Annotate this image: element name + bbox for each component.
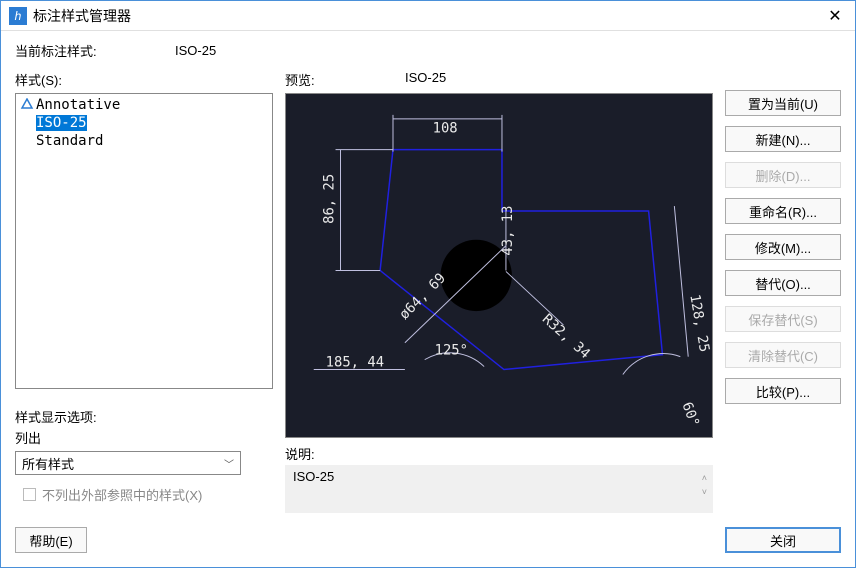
titlebar: h 标注样式管理器 ✕ [1, 1, 855, 31]
preview-canvas: 108 86, 25 43, 13 128, 25 [285, 93, 713, 438]
description-text: ISO-25 [293, 469, 334, 509]
dim-128-25: 128, 25 [686, 293, 712, 353]
display-options: 样式显示选项: 列出 所有样式 ﹀ 不列出外部参照中的样式(X) [15, 407, 273, 504]
delete-button: 删除(D)... [725, 162, 841, 188]
list-label: 列出 [15, 428, 273, 447]
style-item-label: Standard [36, 133, 103, 149]
window-title: 标注样式管理器 [33, 6, 823, 26]
content-area: 当前标注样式: ISO-25 样式(S): Annotative ISO-25 St… [1, 31, 855, 523]
right-column: 置为当前(U) 新建(N)... 删除(D)... 重命名(R)... 修改(M… [725, 70, 841, 513]
main-columns: 样式(S): Annotative ISO-25 Standard 样式显示选项: … [15, 70, 841, 513]
compare-button[interactable]: 比较(P)... [725, 378, 841, 404]
description-box: ISO-25 ˄˅ [285, 465, 713, 513]
preview-style-name: ISO-25 [405, 70, 446, 89]
dropdown-value: 所有样式 [22, 454, 74, 473]
set-current-button[interactable]: 置为当前(U) [725, 90, 841, 116]
dim-radius: R32, 34 [539, 311, 593, 362]
style-list-item[interactable]: Standard [18, 132, 270, 150]
current-style-value: ISO-25 [175, 43, 216, 58]
arrow-up-icon: ˄ [702, 473, 707, 483]
app-icon: h [9, 7, 27, 25]
rename-button[interactable]: 重命名(R)... [725, 198, 841, 224]
style-item-label: Annotative [36, 97, 120, 113]
dim-diameter: ø64, 69 [396, 270, 449, 323]
preview-label: 预览: [285, 70, 405, 89]
style-list-item[interactable]: ISO-25 [18, 114, 270, 132]
bottom-bar: 帮助(E) 关闭 [1, 523, 855, 567]
dim-60deg: 60° [679, 400, 703, 429]
new-button[interactable]: 新建(N)... [725, 126, 841, 152]
preview-drawing: 108 86, 25 43, 13 128, 25 [286, 94, 712, 437]
close-button[interactable]: 关闭 [725, 527, 841, 553]
exclude-xref-label: 不列出外部参照中的样式(X) [42, 485, 202, 504]
left-column: 样式(S): Annotative ISO-25 Standard 样式显示选项: … [15, 70, 273, 513]
description-label: 说明: [285, 444, 713, 463]
exclude-xref-checkbox-row[interactable]: 不列出外部参照中的样式(X) [23, 485, 273, 504]
description-spinner[interactable]: ˄˅ [702, 473, 707, 497]
arrow-down-icon: ˅ [702, 487, 707, 497]
clear-override-button: 清除替代(C) [725, 342, 841, 368]
checkbox-icon [23, 488, 36, 501]
dim-43-13: 43, 13 [500, 206, 516, 256]
current-style-row: 当前标注样式: ISO-25 [15, 41, 841, 60]
display-options-label: 样式显示选项: [15, 407, 273, 426]
help-button[interactable]: 帮助(E) [15, 527, 87, 553]
dim-108: 108 [433, 121, 458, 137]
styles-listbox[interactable]: Annotative ISO-25 Standard [15, 93, 273, 389]
preview-header: 预览: ISO-25 [285, 70, 713, 89]
style-filter-dropdown[interactable]: 所有样式 ﹀ [15, 451, 241, 475]
dim-185-44: 185, 44 [326, 355, 384, 371]
current-style-label: 当前标注样式: [15, 41, 175, 60]
close-icon[interactable]: ✕ [823, 6, 847, 26]
override-button[interactable]: 替代(O)... [725, 270, 841, 296]
save-override-button: 保存替代(S) [725, 306, 841, 332]
annotative-icon [20, 98, 34, 112]
dimension-style-manager-dialog: h 标注样式管理器 ✕ 当前标注样式: ISO-25 样式(S): Annota… [0, 0, 856, 568]
style-item-label: ISO-25 [36, 115, 87, 131]
dim-125deg: 125° [435, 343, 468, 359]
chevron-down-icon: ﹀ [224, 456, 234, 471]
dim-86-25: 86, 25 [322, 174, 338, 224]
styles-label: 样式(S): [15, 70, 273, 89]
modify-button[interactable]: 修改(M)... [725, 234, 841, 260]
middle-column: 预览: ISO-25 108 [285, 70, 713, 513]
style-list-item[interactable]: Annotative [18, 96, 270, 114]
